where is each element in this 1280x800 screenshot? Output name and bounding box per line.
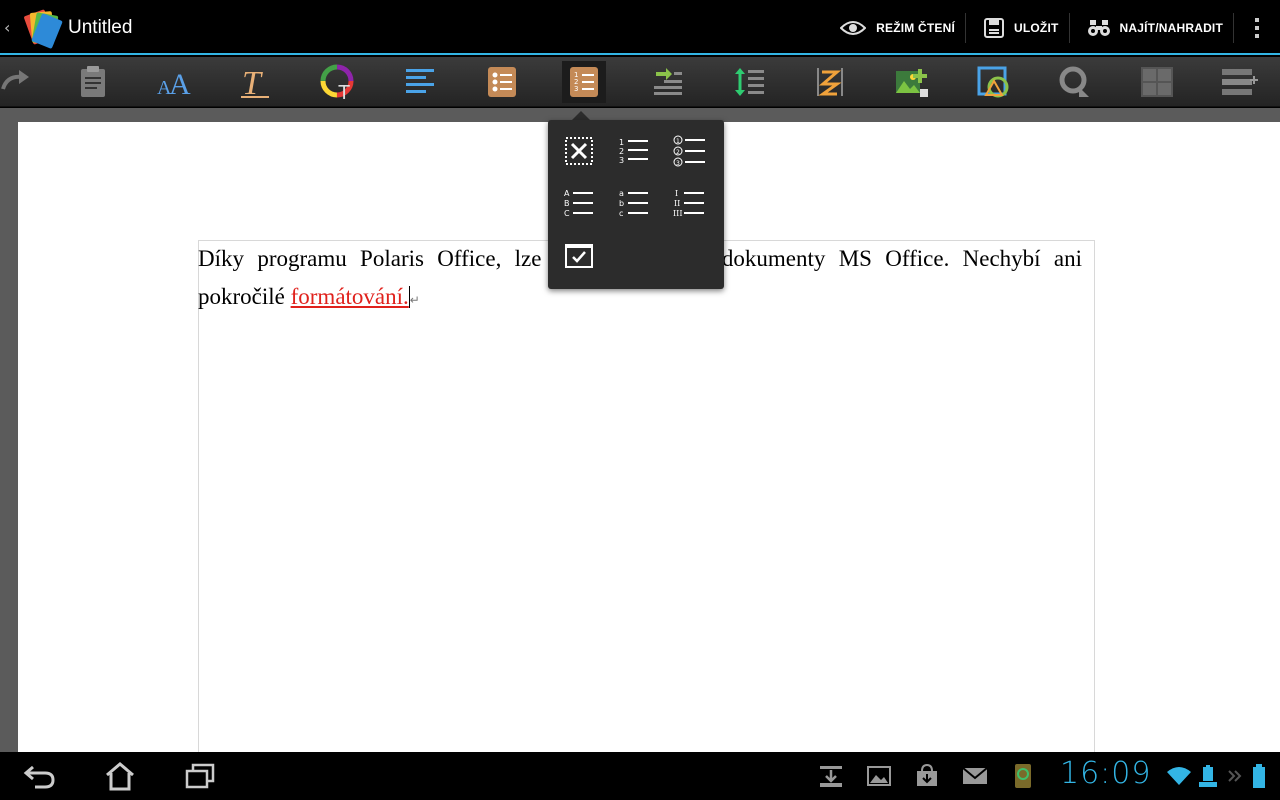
- svg-text:3: 3: [676, 160, 680, 167]
- action-bar: ‹ Untitled REŽIM ČTENÍ ULOŽIT NAJÍT/NAHR…: [0, 0, 1280, 55]
- column-break-icon[interactable]: [808, 61, 852, 103]
- lower-letters-icon[interactable]: abc: [614, 185, 654, 221]
- find-replace-button[interactable]: NAJÍT/NAHRADIT: [1070, 0, 1233, 55]
- checkbox-list-icon[interactable]: [559, 237, 599, 273]
- clock: 16:09: [1060, 756, 1152, 791]
- battery-keyboard-icon: [1193, 762, 1223, 790]
- battery-icon: [1244, 762, 1274, 790]
- svg-text:C: C: [564, 209, 570, 218]
- document-title: Untitled: [68, 16, 133, 38]
- svg-text:B: B: [564, 199, 570, 208]
- svg-text:3: 3: [574, 85, 578, 93]
- clipboard-icon[interactable]: [71, 61, 115, 103]
- svg-text:A: A: [169, 68, 191, 98]
- up-caret-icon: ‹: [4, 18, 11, 37]
- font-size-icon[interactable]: AA: [152, 61, 196, 103]
- font-color-icon[interactable]: T: [316, 61, 360, 103]
- svg-text:III: III: [673, 209, 682, 218]
- svg-text:II: II: [674, 199, 680, 208]
- formatted-text: formátování.: [290, 284, 409, 309]
- system-bar: 16:09: [0, 752, 1280, 800]
- store-notification-icon[interactable]: [912, 762, 942, 790]
- numbered-123-icon[interactable]: 123: [614, 133, 654, 169]
- save-icon: [984, 17, 1004, 38]
- find-replace-label: NAJÍT/NAHRADIT: [1119, 20, 1223, 35]
- upper-letters-icon[interactable]: ABC: [559, 185, 599, 221]
- svg-text:T: T: [338, 82, 350, 100]
- eye-icon: [840, 20, 867, 36]
- svg-text:c: c: [619, 209, 623, 218]
- save-label: ULOŽIT: [1014, 20, 1059, 35]
- polaris-logo-icon: [14, 6, 66, 50]
- svg-text:2: 2: [676, 149, 680, 156]
- svg-text:1: 1: [676, 138, 680, 145]
- back-icon[interactable]: [18, 758, 62, 794]
- svg-text:b: b: [619, 199, 624, 208]
- formatting-toolbar: AA T T 123: [0, 57, 1280, 107]
- undo-icon[interactable]: [0, 61, 38, 103]
- circled-numbers-icon[interactable]: 1 2 3: [670, 133, 710, 169]
- text-style-icon[interactable]: T: [233, 61, 277, 103]
- gallery-notification-icon[interactable]: [864, 762, 894, 790]
- svg-text:T: T: [242, 65, 263, 99]
- table-icon[interactable]: [1135, 61, 1179, 103]
- home-icon[interactable]: [98, 758, 142, 794]
- roman-numerals-icon[interactable]: I II III: [670, 185, 710, 221]
- svg-text:a: a: [619, 189, 624, 198]
- wifi-icon: [1164, 762, 1194, 790]
- indent-icon[interactable]: [645, 61, 689, 103]
- svg-text:2: 2: [619, 147, 624, 156]
- insert-row-icon[interactable]: [1218, 61, 1262, 103]
- insert-image-icon[interactable]: [890, 61, 934, 103]
- read-mode-label: REŽIM ČTENÍ: [876, 20, 955, 35]
- align-icon[interactable]: [398, 61, 442, 103]
- line-spacing-icon[interactable]: [727, 61, 771, 103]
- svg-text:3: 3: [619, 156, 624, 165]
- shape-icon[interactable]: [972, 61, 1016, 103]
- recent-apps-icon[interactable]: [178, 758, 222, 794]
- svg-text:A: A: [564, 189, 570, 198]
- numbered-list-icon[interactable]: 123: [562, 61, 606, 103]
- device-notification-icon[interactable]: [1008, 762, 1038, 790]
- binoculars-icon: [1087, 19, 1110, 37]
- svg-text:I: I: [675, 189, 678, 198]
- read-mode-button[interactable]: REŽIM ČTENÍ: [822, 0, 965, 55]
- app-home[interactable]: ‹ Untitled: [0, 0, 132, 55]
- save-button[interactable]: ULOŽIT: [966, 0, 1069, 55]
- paragraph-mark: ↵: [409, 293, 420, 307]
- list-style-popup: 123 123 ABC abc I II III: [548, 120, 724, 289]
- fill-icon[interactable]: [1053, 61, 1097, 103]
- bullet-list-icon[interactable]: [480, 61, 524, 103]
- download-notification-icon[interactable]: [816, 762, 846, 790]
- overflow-menu-icon[interactable]: [1234, 0, 1280, 55]
- popup-arrow: [572, 111, 590, 120]
- email-notification-icon[interactable]: [960, 762, 990, 790]
- no-list-icon[interactable]: [559, 133, 599, 169]
- svg-text:1: 1: [619, 138, 624, 147]
